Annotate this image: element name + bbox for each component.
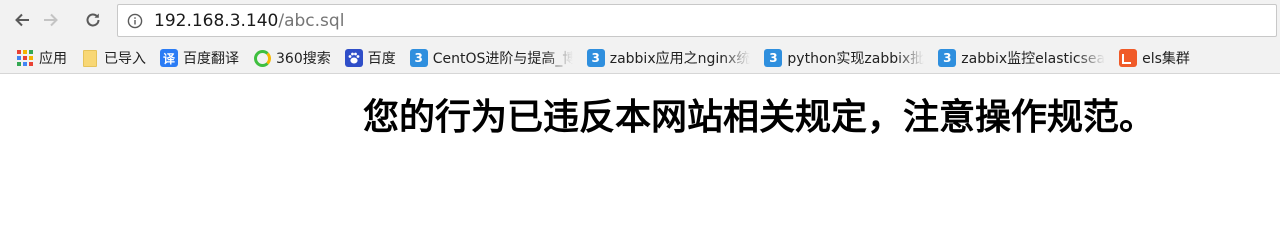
page-content: 您的行为已违反本网站相关规定，注意操作规范。 <box>0 74 1280 244</box>
bookmark-imported-folder[interactable]: 已导入 <box>77 45 150 71</box>
warning-message: 您的行为已违反本网站相关规定，注意操作规范。 <box>363 97 1156 138</box>
forward-button[interactable] <box>36 5 66 35</box>
apps-grid-icon <box>16 49 34 67</box>
baidu-paw-icon <box>344 49 363 67</box>
address-bar[interactable]: 192.168.3.140/abc.sql <box>117 4 1277 37</box>
cnblogs-icon: 3 <box>938 49 957 67</box>
cnblogs-icon: 3 <box>409 49 428 67</box>
bookmark-apps[interactable]: 应用 <box>12 45 71 71</box>
folder-icon <box>81 49 99 67</box>
bookmark-label: zabbix监控elasticsea <box>961 51 1106 67</box>
baidu-fanyi-icon: 译 <box>160 49 178 67</box>
info-icon[interactable] <box>127 13 143 29</box>
arrow-right-icon <box>44 13 58 27</box>
bookmark-label: 百度翻译 <box>183 51 239 67</box>
bookmark-python-zabbix[interactable]: 3 python实现zabbix批 <box>760 45 928 71</box>
bookmark-label: zabbix应用之nginx统 <box>609 51 751 67</box>
bookmark-els-cluster[interactable]: els集群 <box>1115 45 1194 71</box>
url-host: 192.168.3.140 <box>154 10 279 31</box>
els-icon <box>1119 49 1138 67</box>
browser-chrome: 192.168.3.140/abc.sql 应用 已导入 译 百度翻译 360搜… <box>0 0 1280 74</box>
reload-icon <box>86 13 100 27</box>
browser-toolbar: 192.168.3.140/abc.sql <box>0 0 1280 42</box>
bookmark-label: 应用 <box>39 51 67 67</box>
bookmark-label: python实现zabbix批 <box>787 51 925 67</box>
bookmark-label: 已导入 <box>104 51 146 67</box>
bookmark-baidu-fanyi[interactable]: 译 百度翻译 <box>156 45 243 71</box>
bookmark-label: CentOS进阶与提高_博 <box>432 51 573 67</box>
bookmark-label: els集群 <box>1142 51 1190 67</box>
cnblogs-icon: 3 <box>764 49 783 67</box>
bookmark-zabbix-nginx[interactable]: 3 zabbix应用之nginx统 <box>583 45 755 71</box>
arrow-left-icon <box>15 13 29 27</box>
bookmarks-bar: 应用 已导入 译 百度翻译 360搜索 百度 3 CentOS进阶与提高_博 3… <box>0 42 1280 74</box>
back-button[interactable] <box>7 5 37 35</box>
reload-button[interactable] <box>78 5 108 35</box>
360-search-icon <box>253 49 271 67</box>
cnblogs-icon: 3 <box>586 49 605 67</box>
bookmark-label: 360搜索 <box>276 51 331 67</box>
bookmark-baidu[interactable]: 百度 <box>341 45 400 71</box>
bookmark-360-search[interactable]: 360搜索 <box>249 45 335 71</box>
url-text[interactable]: 192.168.3.140/abc.sql <box>154 11 344 31</box>
bookmark-zabbix-elasticsearch[interactable]: 3 zabbix监控elasticsea <box>934 45 1109 71</box>
url-path: /abc.sql <box>278 10 345 31</box>
bookmark-centos[interactable]: 3 CentOS进阶与提高_博 <box>406 45 577 71</box>
bookmark-label: 百度 <box>367 51 396 67</box>
